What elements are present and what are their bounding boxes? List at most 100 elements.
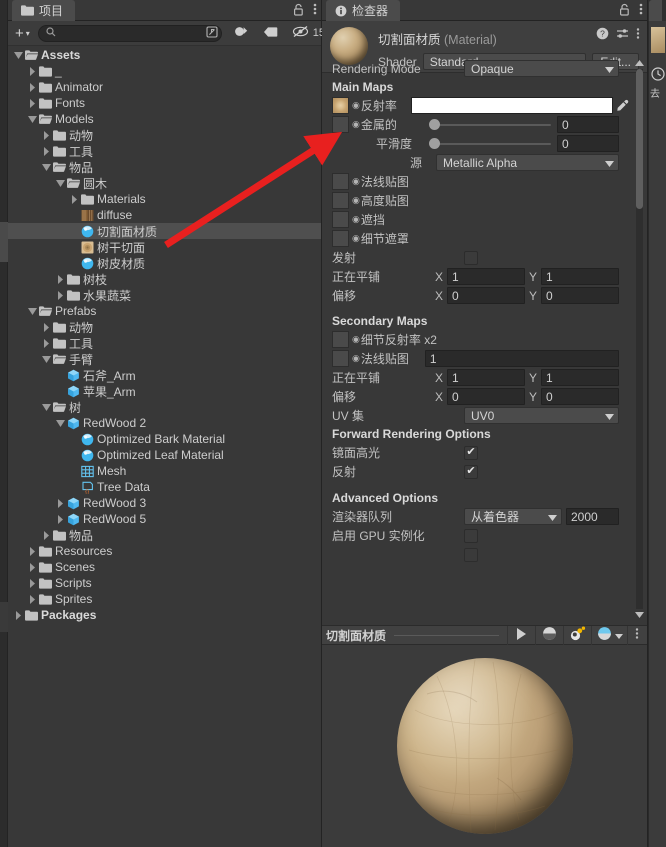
twisty-collapsed-icon[interactable] — [26, 591, 38, 607]
tree-item-packages[interactable]: Packages — [8, 607, 321, 623]
secondary-offset-x-field[interactable]: 0 — [446, 388, 525, 405]
tree-item-scripts[interactable]: Scripts — [8, 575, 321, 591]
tree-item-redwood-5[interactable]: RedWood 5 — [8, 511, 321, 527]
expand-search-icon[interactable] — [206, 25, 218, 41]
uv-set-dropdown[interactable]: UV0 — [464, 407, 619, 424]
tree-item-fonts[interactable]: Fonts — [8, 95, 321, 111]
tree-item-动物[interactable]: 动物 — [8, 319, 321, 335]
tree-item-树[interactable]: 树 — [8, 399, 321, 415]
material-preview-sphere[interactable] — [396, 658, 573, 834]
metallic-value-field[interactable]: 0 — [557, 116, 619, 133]
preview-play-button[interactable] — [507, 625, 535, 645]
normal-map-texture-slot[interactable] — [332, 173, 349, 190]
main-offset-y-field[interactable]: 0 — [541, 287, 619, 304]
double-sided-gi-checkbox[interactable] — [464, 547, 478, 562]
tree-item-树枝[interactable]: 树枝 — [8, 271, 321, 287]
twisty-expanded-icon[interactable] — [12, 47, 24, 63]
secondary-tiling-x-field[interactable]: 1 — [446, 369, 525, 386]
tree-item-prefabs[interactable]: Prefabs — [8, 303, 321, 319]
smoothness-value-field[interactable]: 0 — [557, 135, 619, 152]
detail-albedo-target-icon[interactable]: ◉ — [352, 334, 360, 345]
main-tiling-x-field[interactable]: 1 — [446, 268, 525, 285]
twisty-collapsed-icon[interactable] — [26, 559, 38, 575]
preview-animated-materials-button[interactable] — [563, 625, 591, 645]
height-map-texture-slot[interactable] — [332, 192, 349, 209]
slider-knob[interactable] — [429, 119, 440, 130]
emission-checkbox[interactable] — [464, 250, 478, 265]
twisty-collapsed-icon[interactable] — [54, 495, 66, 511]
tree-item-redwood-3[interactable]: RedWood 3 — [8, 495, 321, 511]
tree-item-圆木[interactable]: 圆木 — [8, 175, 321, 191]
kebab-menu-icon[interactable] — [639, 2, 643, 19]
kebab-menu-icon[interactable] — [636, 27, 640, 43]
main-tiling-y-field[interactable]: 1 — [541, 268, 619, 285]
twisty-collapsed-icon[interactable] — [40, 127, 52, 143]
tree-item-切割面材质[interactable]: 切割面材质 — [8, 223, 321, 239]
tree-item-optimized-bark-material[interactable]: Optimized Bark Material — [8, 431, 321, 447]
smoothness-slider[interactable] — [429, 135, 551, 152]
twisty-collapsed-icon[interactable] — [40, 527, 52, 543]
secondary-normal-scale-field[interactable]: 1 — [424, 350, 619, 367]
inspector-scrollbar[interactable] — [634, 57, 645, 621]
twisty-collapsed-icon[interactable] — [68, 191, 80, 207]
project-asset-tree[interactable]: Assets _ Animator Fonts Models 动物 工具 物品 圆木 Materi… — [8, 47, 321, 847]
kebab-menu-icon[interactable] — [313, 2, 317, 19]
tree-item-手臂[interactable]: 手臂 — [8, 351, 321, 367]
occlusion-target-icon[interactable]: ◉ — [352, 214, 360, 225]
metallic-texture-slot[interactable] — [332, 116, 349, 133]
scroll-down-arrow-icon[interactable] — [634, 609, 645, 621]
tab-project[interactable]: 项目 — [12, 0, 76, 21]
tree-item-models[interactable]: Models — [8, 111, 321, 127]
twisty-collapsed-icon[interactable] — [54, 271, 66, 287]
tree-item-materials[interactable]: Materials — [8, 191, 321, 207]
twisty-expanded-icon[interactable] — [54, 415, 66, 431]
eyedropper-icon[interactable] — [613, 99, 631, 112]
tree-item-redwood-2[interactable]: RedWood 2 — [8, 415, 321, 431]
twisty-collapsed-icon[interactable] — [26, 63, 38, 79]
metallic-slider[interactable] — [429, 116, 551, 133]
scrollbar-thumb[interactable] — [636, 69, 643, 209]
tree-item-mesh[interactable]: Mesh — [8, 463, 321, 479]
twisty-expanded-icon[interactable] — [40, 351, 52, 367]
tree-item-树干切面[interactable]: 树干切面 — [8, 239, 321, 255]
twisty-expanded-icon[interactable] — [40, 159, 52, 175]
detail-albedo-texture-slot[interactable] — [332, 331, 349, 348]
lock-icon[interactable] — [619, 3, 630, 19]
twisty-expanded-icon[interactable] — [26, 303, 38, 319]
render-queue-dropdown[interactable]: 从着色器 — [464, 508, 562, 525]
twisty-expanded-icon[interactable] — [54, 175, 66, 191]
tree-item-石斧_arm[interactable]: 石斧_Arm — [8, 367, 321, 383]
tree-item-_[interactable]: _ — [8, 63, 321, 79]
secondary-tiling-y-field[interactable]: 1 — [541, 369, 619, 386]
twisty-collapsed-icon[interactable] — [26, 95, 38, 111]
tree-item-工具[interactable]: 工具 — [8, 143, 321, 159]
twisty-expanded-icon[interactable] — [26, 111, 38, 127]
tree-item-animator[interactable]: Animator — [8, 79, 321, 95]
height-map-target-icon[interactable]: ◉ — [352, 195, 360, 206]
right-panel-tab[interactable] — [649, 0, 662, 21]
tree-item-物品[interactable]: 物品 — [8, 159, 321, 175]
albedo-target-icon[interactable]: ◉ — [352, 100, 360, 111]
tree-item-工具[interactable]: 工具 — [8, 335, 321, 351]
tree-item-optimized-leaf-material[interactable]: Optimized Leaf Material — [8, 447, 321, 463]
search-box[interactable] — [37, 24, 222, 42]
left-edge-scroll-nub-2[interactable] — [0, 602, 8, 632]
render-queue-number-field[interactable]: 2000 — [566, 508, 619, 525]
albedo-color-field[interactable] — [410, 97, 613, 114]
twisty-collapsed-icon[interactable] — [40, 143, 52, 159]
tree-item-树皮材质[interactable]: 树皮材质 — [8, 255, 321, 271]
slider-knob[interactable] — [429, 138, 440, 149]
twisty-collapsed-icon[interactable] — [12, 607, 24, 623]
material-preview-area[interactable] — [322, 645, 647, 847]
secondary-offset-y-field[interactable]: 0 — [541, 388, 619, 405]
tree-item-动物[interactable]: 动物 — [8, 127, 321, 143]
reflections-checkbox[interactable]: ✔ — [464, 464, 478, 479]
tree-item-scenes[interactable]: Scenes — [8, 559, 321, 575]
lock-icon[interactable] — [293, 3, 304, 19]
twisty-collapsed-icon[interactable] — [54, 511, 66, 527]
tree-item-sprites[interactable]: Sprites — [8, 591, 321, 607]
twisty-collapsed-icon[interactable] — [54, 287, 66, 303]
left-edge-scroll-nub[interactable] — [0, 222, 8, 262]
twisty-collapsed-icon[interactable] — [40, 319, 52, 335]
twisty-collapsed-icon[interactable] — [26, 575, 38, 591]
